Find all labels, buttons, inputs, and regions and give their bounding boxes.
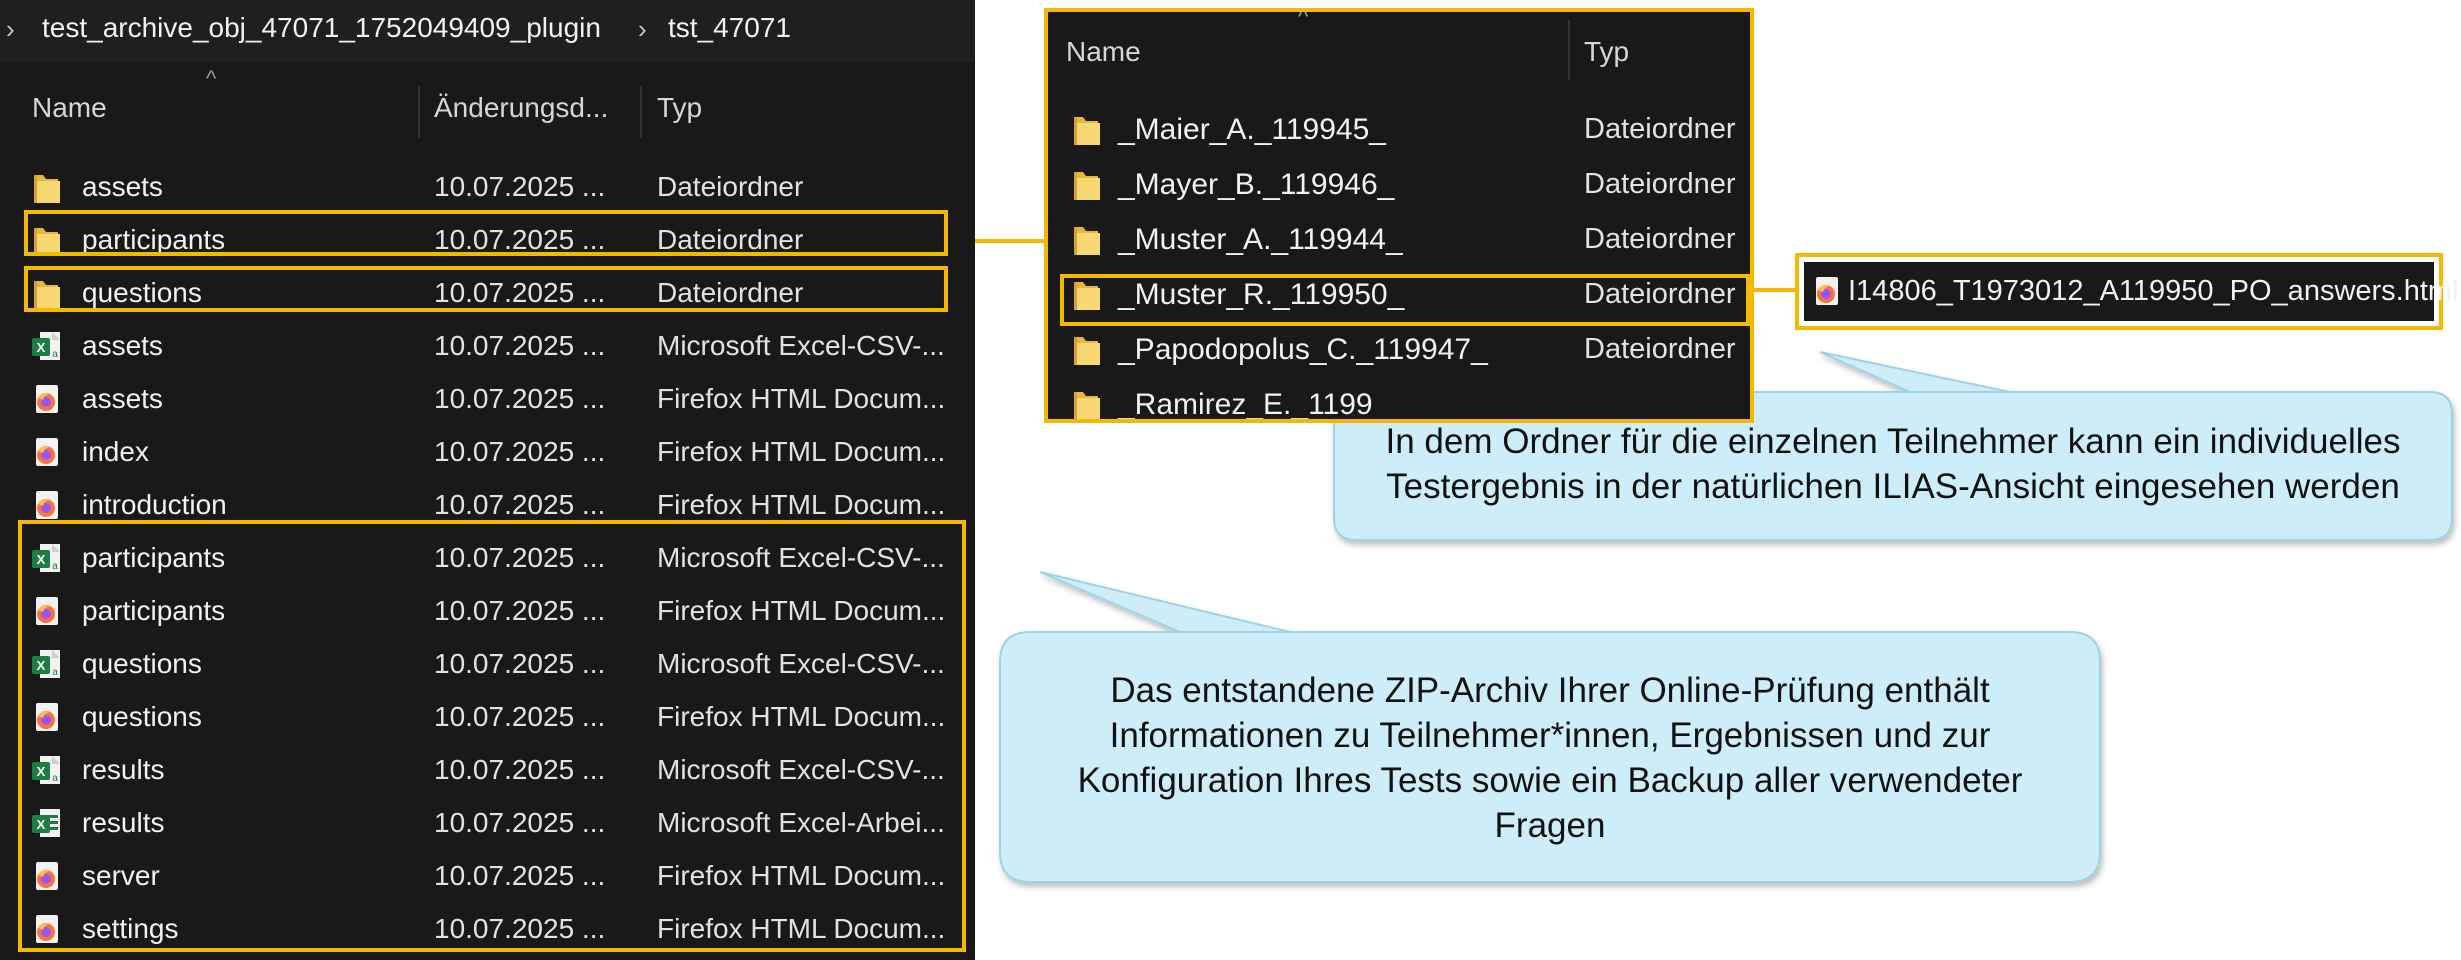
breadcrumb-item-tst[interactable]: tst_47071	[668, 12, 791, 44]
file-modified-date: 10.07.2025 ...	[434, 330, 606, 361]
firefox-icon	[30, 381, 64, 419]
folder-type: Dateiordner	[1584, 223, 1736, 255]
file-name: index	[82, 436, 149, 467]
participant-folder-row[interactable]: _Papodopolus_C._119947_ Dateiordner	[1048, 323, 1750, 378]
answers-file-panel: I14806_T1973012_A119950_PO_answers.html	[1795, 253, 2459, 330]
folder-name: _Maier_A._119945_	[1118, 113, 1386, 146]
file-type: Dateiordner	[657, 171, 804, 202]
participant-folder-row[interactable]: _Ramirez_E._1199	[1048, 378, 1750, 421]
participant-folder-row[interactable]: _Mayer_B._119946_ Dateiordner	[1048, 158, 1750, 213]
column-header-type[interactable]: Typ	[1584, 36, 1629, 68]
folder-icon	[30, 169, 64, 207]
column-separator[interactable]	[640, 86, 642, 138]
firefox-icon	[1810, 273, 1844, 311]
chevron-right-icon[interactable]: ›	[6, 14, 15, 45]
file-modified-date: 10.07.2025 ...	[434, 383, 606, 414]
firefox-icon	[30, 434, 64, 472]
file-row[interactable]: index 10.07.2025 ... Firefox HTML Docum...	[0, 426, 975, 479]
highlight-participants-folder	[24, 210, 948, 256]
column-separator[interactable]	[1568, 20, 1570, 80]
folder-type: Dateiordner	[1584, 168, 1736, 200]
file-type: Microsoft Excel-CSV-...	[657, 330, 945, 361]
folder-icon	[1070, 166, 1104, 204]
callout-participant-text: In dem Ordner für die einzelnen Teilnehm…	[1385, 422, 2401, 506]
column-header-type[interactable]: Typ	[657, 92, 702, 124]
folder-type: Dateiordner	[1584, 333, 1736, 365]
answers-file-row[interactable]: I14806_T1973012_A119950_PO_answers.html	[1804, 262, 2459, 321]
callout-archive-text: Das entstandene ZIP-Archiv Ihrer Online-…	[1077, 671, 2023, 845]
file-modified-date: 10.07.2025 ...	[434, 489, 606, 520]
file-name: assets	[82, 171, 163, 202]
file-name: assets	[82, 383, 163, 414]
folder-type: Dateiordner	[1584, 113, 1736, 145]
excel-csv-icon: Xa	[30, 328, 64, 366]
file-row[interactable]: Xa assets 10.07.2025 ... Microsoft Excel-CS…	[0, 320, 975, 373]
folder-icon	[1070, 111, 1104, 149]
folder-icon	[1070, 331, 1104, 369]
file-type: Firefox HTML Docum...	[657, 436, 946, 467]
file-name: introduction	[82, 489, 227, 520]
folder-icon	[1070, 386, 1104, 419]
file-type: Firefox HTML Docum...	[657, 489, 946, 520]
highlight-muster-r-folder	[1060, 274, 1750, 326]
column-header-name[interactable]: Name	[32, 92, 107, 124]
folder-name: _Ramirez_E._1199	[1118, 388, 1373, 421]
folder-name: _Papodopolus_C._119947_	[1118, 333, 1488, 366]
column-header-name[interactable]: Name	[1066, 36, 1141, 68]
breadcrumb-item-archive[interactable]: test_archive_obj_47071_1752049409_plugin	[42, 12, 601, 44]
folder-name: _Muster_A._119944_	[1118, 223, 1403, 256]
folder-name: _Mayer_B._119946_	[1118, 168, 1395, 201]
breadcrumb: › test_archive_obj_47071_1752049409_plug…	[0, 0, 975, 62]
svg-text:X: X	[37, 340, 46, 355]
chevron-right-icon[interactable]: ›	[638, 14, 647, 45]
file-name: assets	[82, 330, 163, 361]
file-modified-date: 10.07.2025 ...	[434, 436, 606, 467]
participant-folder-row[interactable]: _Muster_A._119944_ Dateiordner	[1048, 213, 1750, 268]
file-row[interactable]: assets 10.07.2025 ... Firefox HTML Docum..…	[0, 373, 975, 426]
column-header-date[interactable]: Änderungsd...	[434, 92, 608, 124]
answers-file-name: I14806_T1973012_A119950_PO_answers.html	[1848, 275, 2459, 307]
svg-text:a: a	[52, 349, 58, 360]
sort-ascending-icon: ^	[206, 66, 217, 91]
sort-ascending-icon: ^	[1298, 8, 1309, 29]
participant-folder-row[interactable]: _Maier_A._119945_ Dateiordner	[1048, 103, 1750, 158]
file-modified-date: 10.07.2025 ...	[434, 171, 606, 202]
file-row[interactable]: assets 10.07.2025 ... Dateiordner	[0, 161, 975, 214]
file-type: Firefox HTML Docum...	[657, 383, 946, 414]
highlight-questions-folder	[24, 266, 948, 312]
column-separator[interactable]	[418, 86, 420, 138]
folder-icon	[1070, 221, 1104, 259]
explorer-window-participants: ^ Name Typ _Maier_A._119945_ Dateiordner _…	[1044, 8, 1754, 423]
highlight-export-files	[18, 520, 966, 952]
